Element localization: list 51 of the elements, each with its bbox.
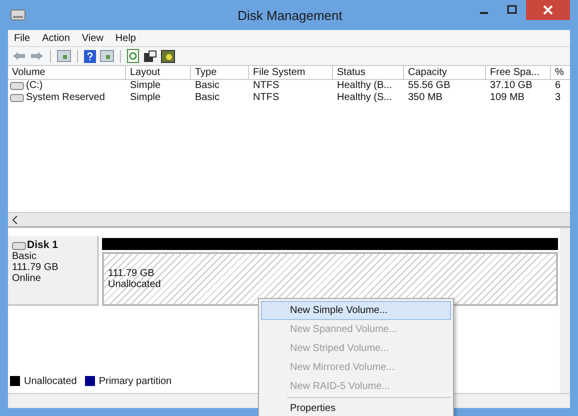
- disk-size: 111.79 GB: [12, 262, 60, 273]
- minimize-icon: [480, 12, 488, 14]
- context-menu-item[interactable]: New Simple Volume...: [261, 301, 451, 320]
- disk-name: Disk 1: [27, 240, 58, 251]
- vertical-scrollbar[interactable]: [560, 228, 570, 393]
- close-icon: [543, 5, 553, 15]
- column-header[interactable]: Volume: [8, 66, 126, 79]
- column-header[interactable]: %: [551, 66, 570, 79]
- table-cell-text: NTFS: [252, 92, 280, 104]
- unallocated-partition[interactable]: 111.79 GB Unallocated: [102, 252, 558, 306]
- table-cell-text: Simple: [129, 80, 162, 92]
- disk-status: Online: [12, 273, 42, 284]
- table-cell: (C:): [26, 80, 43, 92]
- legend-label: Unallocated: [24, 376, 77, 386]
- context-menu-item[interactable]: Properties: [261, 399, 451, 416]
- table-cell-text: 6: [554, 80, 562, 92]
- table-cell-text: 3: [554, 92, 562, 104]
- table-cell-text: Healthy (B...: [336, 80, 394, 92]
- help-icon[interactable]: [84, 50, 96, 62]
- column-header[interactable]: File System: [249, 66, 333, 79]
- column-header[interactable]: Capacity: [404, 66, 486, 79]
- menu-item[interactable]: View: [82, 32, 104, 44]
- menu-item[interactable]: File: [14, 32, 30, 44]
- table-cell-text: 55.56 GB: [407, 80, 452, 92]
- maximize-icon: [507, 5, 517, 15]
- drive-icon: [10, 94, 24, 102]
- table-cell-text: 37.10 GB: [489, 80, 534, 92]
- drive-icon: [10, 82, 24, 90]
- partition-size: 111.79 GB: [108, 268, 156, 279]
- column-header[interactable]: Layout: [126, 66, 191, 79]
- table-cell-text: Basic: [194, 80, 220, 92]
- table-cell-text: Healthy (S...: [336, 92, 394, 104]
- menu-item[interactable]: Action: [42, 32, 70, 44]
- disk-type: Basic: [12, 251, 38, 262]
- scroll-left-icon[interactable]: [12, 216, 18, 224]
- column-header[interactable]: Free Spa...: [486, 66, 551, 79]
- horizontal-scrollbar[interactable]: [8, 212, 570, 226]
- table-cell-text: Simple: [129, 92, 162, 104]
- column-header[interactable]: Status: [333, 66, 404, 79]
- table-cell-text: 350 MB: [407, 92, 444, 104]
- drive-icon: [12, 242, 26, 250]
- legend-label: Primary partition: [98, 376, 172, 386]
- table-cell-text: 109 MB: [489, 92, 526, 104]
- table-cell-text: Basic: [194, 92, 220, 104]
- column-header[interactable]: Type: [191, 66, 249, 79]
- menu-item[interactable]: Help: [115, 32, 136, 44]
- table-cell: System Reserved: [26, 92, 105, 104]
- close-button[interactable]: [526, 0, 570, 20]
- partition-label: Unallocated: [108, 279, 162, 290]
- table-cell-text: NTFS: [252, 80, 280, 92]
- window-title: Disk Management: [236, 8, 344, 22]
